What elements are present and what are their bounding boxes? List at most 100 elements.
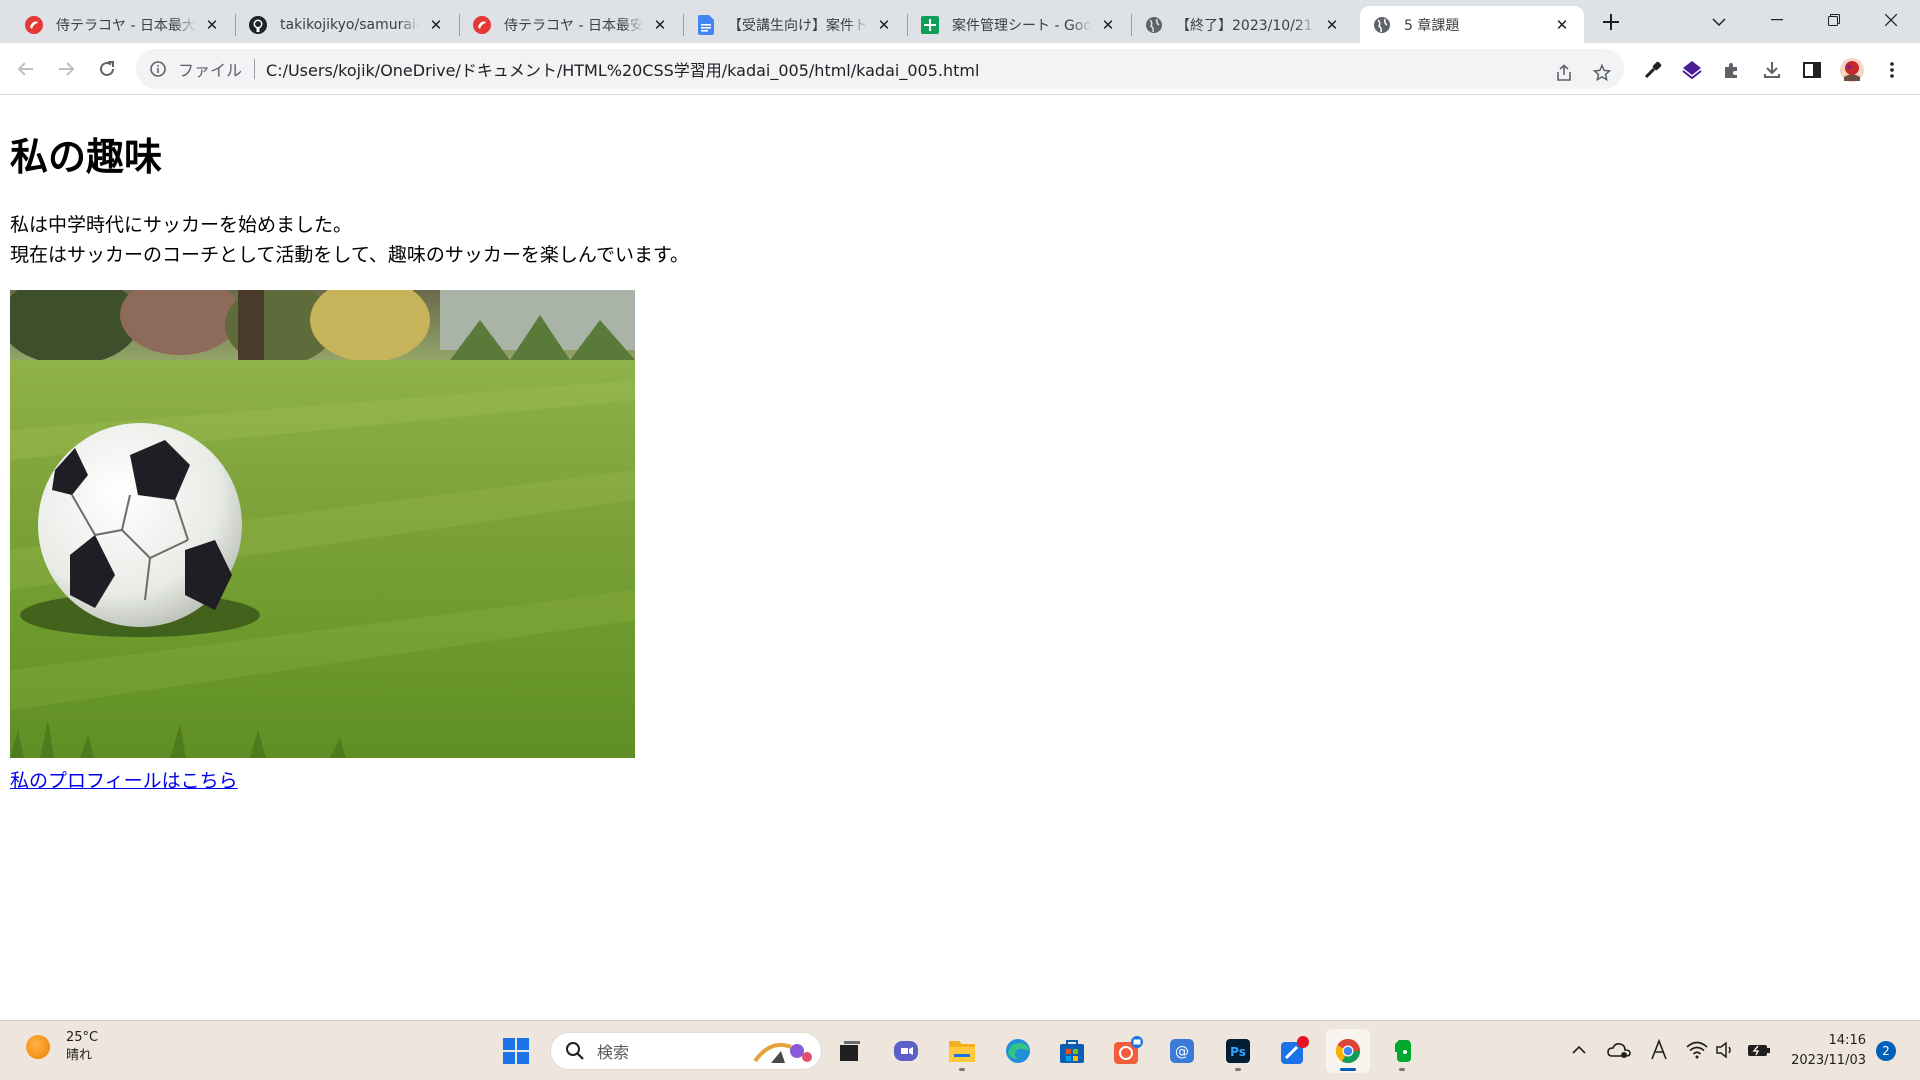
tab-title: 案件管理シート - Goog	[952, 17, 1092, 34]
page-title: 私の趣味	[10, 135, 163, 179]
download-icon[interactable]	[1757, 55, 1787, 85]
search-icon	[563, 1039, 587, 1063]
profile-link[interactable]: 私のプロフィールはこちら	[10, 766, 238, 793]
tab-title: 5 章課題	[1404, 17, 1460, 34]
tab-github[interactable]: takikojikyo/samurai-t ✕	[236, 6, 458, 43]
show-hidden-icons-chevron-icon[interactable]	[1566, 1037, 1592, 1063]
close-icon[interactable]: ✕	[1098, 15, 1118, 35]
close-icon[interactable]: ✕	[202, 15, 222, 35]
weather-text: 25°C 晴れ	[66, 1029, 98, 1065]
new-tab-button[interactable]	[1594, 6, 1628, 38]
page-viewport: 私の趣味 私は中学時代にサッカーを始めました。 現在はサッカーのコーチとして活動…	[0, 96, 1920, 1020]
profile-avatar[interactable]	[1837, 55, 1867, 85]
whiteboard-app-icon[interactable]	[1272, 1029, 1316, 1073]
url-scheme-label: ファイル	[178, 61, 243, 80]
google-sheets-icon	[920, 15, 940, 35]
omnibox-divider	[254, 59, 256, 79]
onedrive-cloud-icon[interactable]	[1606, 1037, 1632, 1063]
tab-title: 侍テラコヤ - 日本最安	[504, 17, 644, 34]
plus-icon	[1603, 14, 1619, 30]
browser-tabstrip: 侍テラコヤ - 日本最大級 ✕ takikojikyo/samurai-t ✕ …	[0, 0, 1920, 43]
photoshop-icon[interactable]: Ps	[1216, 1029, 1260, 1073]
tab-chapter5-assignment[interactable]: 5 章課題 ✕	[1360, 6, 1584, 43]
ime-indicator-icon[interactable]	[1646, 1037, 1672, 1063]
side-panel-icon[interactable]	[1797, 55, 1827, 85]
svg-text:@: @	[1175, 1044, 1189, 1060]
paragraph-line-1: 私は中学時代にサッカーを始めました。	[10, 214, 353, 236]
paragraph-line-2: 現在はサッカーのコーチとして活動をして、趣味のサッカーを楽しんでいます。	[10, 244, 690, 266]
system-clock[interactable]: 14:16 2023/11/03	[1786, 1031, 1866, 1071]
reload-button[interactable]	[91, 53, 123, 85]
edge-icon[interactable]	[996, 1029, 1040, 1073]
reload-icon	[100, 61, 114, 76]
svg-text:Ps: Ps	[1230, 1045, 1246, 1059]
sun-icon	[26, 1035, 50, 1059]
mail-app-icon[interactable]	[1106, 1029, 1150, 1073]
globe-icon	[1144, 15, 1164, 35]
wifi-icon[interactable]	[1684, 1037, 1710, 1063]
close-icon[interactable]: ✕	[650, 15, 670, 35]
restore-button[interactable]	[1805, 0, 1862, 40]
intro-paragraph: 私は中学時代にサッカーを始めました。 現在はサッカーのコーチとして活動をして、趣…	[10, 210, 689, 270]
samurai-icon	[472, 15, 492, 35]
layers-extension-icon[interactable]	[1677, 55, 1707, 85]
search-placeholder: 検索	[597, 1043, 630, 1062]
task-view-icon[interactable]	[828, 1029, 872, 1073]
eyedropper-extension-icon[interactable]	[1638, 55, 1668, 85]
forward-arrow-icon	[59, 62, 75, 76]
weather-desc: 晴れ	[66, 1048, 93, 1063]
restore-icon	[1827, 14, 1840, 26]
close-icon	[1884, 14, 1897, 26]
tab-finished-event[interactable]: 【終了】2023/10/21 ✕	[1132, 6, 1354, 43]
minimize-button[interactable]	[1748, 0, 1805, 40]
tab-samurai-1[interactable]: 侍テラコヤ - 日本最大級 ✕	[12, 6, 234, 43]
tab-title: 侍テラコヤ - 日本最大級	[56, 17, 196, 34]
extensions-puzzle-icon[interactable]	[1717, 55, 1747, 85]
teams-chat-icon[interactable]	[884, 1029, 928, 1073]
close-icon[interactable]: ✕	[874, 15, 894, 35]
google-docs-icon	[696, 14, 716, 35]
address-bar[interactable]: ファイル C:/Users/kojik/OneDrive/ドキュメント/HTML…	[136, 49, 1624, 89]
bookmark-star-icon[interactable]	[1588, 59, 1616, 87]
globe-icon	[1372, 15, 1392, 35]
tab-title: takikojikyo/samurai-t	[280, 16, 420, 33]
samurai-icon	[24, 15, 44, 35]
battery-charging-icon[interactable]	[1746, 1037, 1772, 1063]
running-indicator	[959, 1068, 965, 1071]
tab-search-button[interactable]	[1702, 6, 1736, 38]
close-icon[interactable]: ✕	[1552, 15, 1572, 35]
weather-temp: 25°C	[66, 1030, 99, 1045]
tab-google-sheets[interactable]: 案件管理シート - Goog ✕	[908, 6, 1130, 43]
evernote-icon[interactable]	[1380, 1029, 1424, 1073]
close-icon[interactable]: ✕	[426, 15, 446, 35]
share-icon[interactable]	[1550, 59, 1578, 87]
tab-title: 【終了】2023/10/21	[1176, 17, 1313, 34]
soccer-ball-on-grass-photo	[10, 290, 635, 758]
notification-count-badge[interactable]: 2	[1876, 1041, 1896, 1061]
start-button[interactable]	[494, 1029, 538, 1073]
microsoft-store-icon[interactable]	[1050, 1029, 1094, 1073]
tab-title: 【受講生向け】案件トラ	[728, 17, 868, 34]
close-window-button[interactable]	[1862, 0, 1919, 40]
active-indicator	[1340, 1068, 1356, 1071]
tab-google-docs[interactable]: 【受講生向け】案件トラ ✕	[684, 6, 906, 43]
more-menu-icon[interactable]	[1877, 55, 1907, 85]
tab-samurai-2[interactable]: 侍テラコヤ - 日本最安 ✕	[460, 6, 682, 43]
email-client-icon[interactable]: @	[1160, 1029, 1204, 1073]
back-button[interactable]	[10, 53, 42, 85]
chevron-down-icon	[1712, 18, 1726, 27]
clock-date: 2023/11/03	[1791, 1053, 1866, 1068]
chrome-icon[interactable]	[1326, 1029, 1370, 1073]
windows-taskbar: 25°C 晴れ 検索 @ Ps 14:16 2023/11/03 2	[0, 1020, 1920, 1080]
clock-time: 14:16	[1828, 1033, 1866, 1048]
taskbar-search[interactable]: 検索	[550, 1032, 822, 1070]
forward-button[interactable]	[50, 53, 82, 85]
info-icon[interactable]	[148, 59, 168, 79]
file-explorer-icon[interactable]	[940, 1029, 984, 1073]
url-text[interactable]: C:/Users/kojik/OneDrive/ドキュメント/HTML%20CS…	[266, 57, 979, 81]
weather-widget[interactable]: 25°C 晴れ	[26, 1029, 98, 1065]
close-icon[interactable]: ✕	[1322, 15, 1342, 35]
minimize-icon	[1770, 19, 1783, 21]
windows-logo-icon	[503, 1038, 529, 1064]
volume-icon[interactable]	[1712, 1037, 1738, 1063]
